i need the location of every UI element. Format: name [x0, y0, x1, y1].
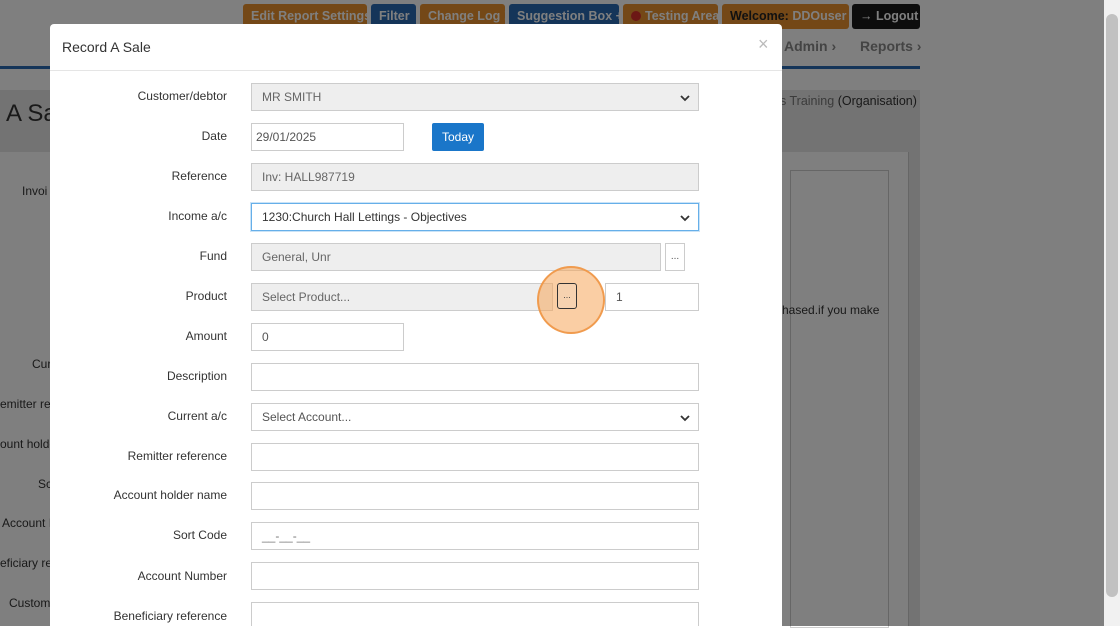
account-number-label: Account Number [137, 569, 227, 583]
record-sale-modal: Record A Sale × Customer/debtor MR SMITH… [50, 24, 782, 626]
scrollbar-thumb[interactable] [1106, 14, 1118, 597]
customer-label: Customer/debtor [137, 89, 227, 103]
product-input[interactable]: Select Product... [251, 283, 553, 311]
chevron-down-icon [680, 215, 690, 222]
description-label: Description [166, 369, 227, 383]
date-label: Date [201, 129, 227, 143]
current-account-label: Current a/c [167, 409, 227, 423]
income-label: Income a/c [168, 209, 227, 223]
reference-label: Reference [171, 169, 227, 183]
sort-code-placeholder: __-__-__ [262, 529, 311, 543]
fund-input[interactable]: General, Unr [251, 243, 661, 271]
product-placeholder: Select Product... [262, 290, 351, 304]
product-quantity: 1 [616, 290, 623, 304]
modal-title: Record A Sale [62, 39, 151, 55]
description-input[interactable] [251, 363, 699, 391]
amount-label: Amount [185, 329, 227, 343]
customer-select[interactable]: MR SMITH [251, 83, 699, 111]
fund-value: General, Unr [262, 250, 331, 264]
amount-value: 0 [262, 330, 269, 344]
chevron-down-icon [680, 415, 690, 422]
today-button[interactable]: Today [432, 123, 484, 151]
chevron-down-icon [680, 95, 690, 102]
fund-lookup-button[interactable]: ... [665, 243, 685, 271]
product-label: Product [185, 289, 227, 303]
product-lookup-button[interactable]: ... [557, 283, 577, 309]
holder-label: Account holder name [113, 488, 227, 502]
account-holder-input[interactable] [251, 482, 699, 510]
beneficiary-label: Beneficiary reference [113, 609, 227, 623]
fund-label: Fund [199, 249, 227, 263]
account-number-input[interactable] [251, 562, 699, 590]
modal-header: Record A Sale × [50, 24, 782, 71]
date-input[interactable]: 29/01/2025 [251, 123, 404, 151]
income-value: 1230:Church Hall Lettings - Objectives [262, 210, 467, 224]
beneficiary-input[interactable] [251, 602, 699, 626]
product-quantity-input[interactable]: 1 [605, 283, 699, 311]
remitter-input[interactable] [251, 443, 699, 471]
remitter-label: Remitter reference [127, 449, 227, 463]
customer-value: MR SMITH [262, 90, 322, 104]
sort-code-input[interactable]: __-__-__ [251, 522, 699, 550]
current-account-placeholder: Select Account... [262, 410, 352, 424]
date-value: 29/01/2025 [256, 130, 317, 144]
reference-value: Inv: HALL987719 [262, 170, 355, 184]
amount-input[interactable]: 0 [251, 323, 404, 351]
sort-code-label: Sort Code [172, 528, 227, 542]
income-account-select[interactable]: 1230:Church Hall Lettings - Objectives [251, 203, 699, 231]
close-icon[interactable]: × [758, 34, 769, 55]
current-account-select[interactable]: Select Account... [251, 403, 699, 431]
reference-input[interactable]: Inv: HALL987719 [251, 163, 699, 191]
